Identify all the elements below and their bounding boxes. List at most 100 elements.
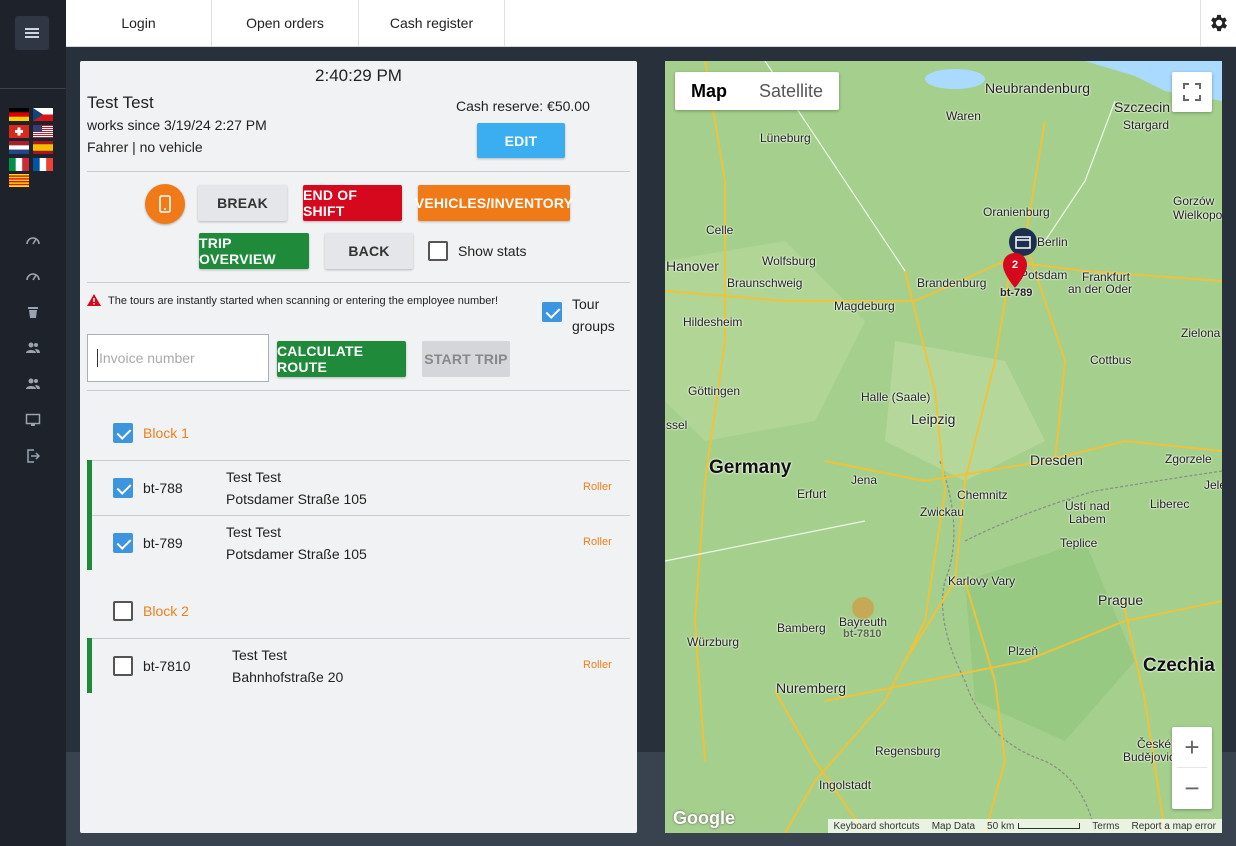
invoice-number-input[interactable]: Invoice number <box>87 334 269 382</box>
tour-id: bt-789 <box>143 535 183 551</box>
block-1-checkbox[interactable] <box>113 423 133 443</box>
divider <box>87 390 630 391</box>
map-label: Cottbus <box>1090 353 1132 367</box>
tour-row[interactable]: bt-7810 Test Test Bahnhofstraße 20 Rolle… <box>87 638 630 693</box>
map-label: Göttingen <box>688 384 741 398</box>
map-label: Bamberg <box>777 621 826 635</box>
map-label: Oranienburg <box>983 205 1050 219</box>
tab-login[interactable]: Login <box>66 0 212 46</box>
tour-address: Bahnhofstraße 20 <box>232 669 344 685</box>
start-trip-button[interactable]: START TRIP <box>422 341 510 377</box>
tour-groups-label-line2: groups <box>572 318 615 334</box>
tour-id: bt-7810 <box>143 658 191 674</box>
calculate-route-button[interactable]: CALCULATE ROUTE <box>277 341 406 377</box>
map-label: Neubrandenburg <box>985 80 1091 96</box>
show-stats-checkbox[interactable] <box>428 241 448 261</box>
hamburger-menu-button[interactable] <box>15 16 49 50</box>
zoom-out-button[interactable]: − <box>1172 768 1212 808</box>
divider <box>87 282 630 283</box>
sidebar-item-users[interactable] <box>0 330 66 366</box>
route-map[interactable]: Gorzów Neubrandenburg Szczecin Stargard … <box>665 61 1222 833</box>
edit-button[interactable]: EDIT <box>477 123 565 158</box>
sidebar-item-display[interactable] <box>0 402 66 438</box>
sidebar-item-logout[interactable] <box>0 438 66 474</box>
tour-row-indicator <box>87 638 92 693</box>
map-label-country: Czechia <box>1143 655 1215 676</box>
map-label: Braunschweig <box>727 276 803 290</box>
terms-link[interactable]: Terms <box>1092 821 1119 832</box>
map-label: Nuremberg <box>776 680 847 696</box>
map-label: Ingolstadt <box>819 778 872 792</box>
sidebar-item-dashboard[interactable] <box>0 222 66 258</box>
flag-it-icon[interactable] <box>9 157 29 171</box>
tour-checkbox[interactable] <box>113 533 133 553</box>
back-button[interactable]: BACK <box>325 233 413 269</box>
flag-cz-icon[interactable] <box>33 108 53 121</box>
flag-fr-icon[interactable] <box>33 157 53 171</box>
tour-row-indicator <box>87 515 92 570</box>
phone-button[interactable] <box>145 184 185 224</box>
map-scale[interactable]: 50 km <box>987 820 1081 832</box>
block-2-checkbox[interactable] <box>113 601 133 621</box>
google-logo[interactable]: Google <box>673 808 735 829</box>
map-type-satellite-button[interactable]: Satellite <box>743 72 839 110</box>
tour-vehicle-type: Roller <box>583 481 612 493</box>
trash-bin-icon <box>28 307 38 318</box>
tab-cash-register[interactable]: Cash register <box>359 0 505 46</box>
top-navigation: Login Open orders Cash register <box>66 0 1236 47</box>
tour-customer: Test Test <box>226 524 281 540</box>
map-label: Liberec <box>1150 497 1190 511</box>
marker-label: bt-7810 <box>843 628 882 640</box>
users-icon <box>26 342 40 353</box>
map-label: Waren <box>946 109 981 123</box>
keyboard-shortcuts-link[interactable]: Keyboard shortcuts <box>834 821 920 832</box>
map-label: Regensburg <box>875 744 941 758</box>
map-label: Stargard <box>1123 118 1170 132</box>
map-label: Halle (Saale) <box>861 390 931 404</box>
gear-icon <box>1210 14 1227 32</box>
map-label: Szczecin <box>1114 99 1171 115</box>
tour-checkbox[interactable] <box>113 656 133 676</box>
tour-row[interactable]: bt-789 Test Test Potsdamer Straße 105 Ro… <box>87 515 630 570</box>
settings-button[interactable] <box>1200 0 1236 46</box>
report-map-error-link[interactable]: Report a map error <box>1132 821 1216 832</box>
map-type-map-button[interactable]: Map <box>675 72 743 110</box>
map-label: Gorzów <box>1173 194 1215 208</box>
fullscreen-icon <box>1183 83 1201 101</box>
delivery-marker-icon[interactable] <box>851 596 875 620</box>
hamburger-icon <box>25 32 39 34</box>
sidebar-item-stats[interactable] <box>0 258 66 294</box>
zoom-in-button[interactable]: + <box>1172 727 1212 767</box>
flag-us-icon[interactable] <box>33 124 53 138</box>
map-attribution: Keyboard shortcuts Map Data 50 km Terms … <box>827 819 1222 833</box>
map-scale-label: 50 km <box>987 820 1015 832</box>
cluster-count: 2 <box>1011 259 1019 271</box>
tour-address: Potsdamer Straße 105 <box>226 491 367 507</box>
map-label-country: Germany <box>709 457 792 478</box>
tab-open-orders[interactable]: Open orders <box>212 0 359 46</box>
map-label: Wolfsburg <box>762 254 816 268</box>
flag-ch-icon[interactable] <box>9 124 29 138</box>
block-1-label[interactable]: Block 1 <box>143 425 189 441</box>
flag-nl-icon[interactable] <box>9 141 29 154</box>
map-label: Hanover <box>666 258 719 274</box>
phone-icon <box>159 195 171 213</box>
tour-groups-checkbox[interactable] <box>542 302 562 322</box>
tour-checkbox[interactable] <box>113 478 133 498</box>
end-of-shift-button[interactable]: END OF SHIFT <box>303 185 402 221</box>
trip-overview-button[interactable]: TRIP OVERVIEW <box>199 233 309 269</box>
flag-ca-icon[interactable] <box>9 174 29 187</box>
divider <box>87 171 630 172</box>
map-data-link[interactable]: Map Data <box>932 821 975 832</box>
break-button[interactable]: BREAK <box>198 185 287 221</box>
map-label: Dresden <box>1030 452 1083 468</box>
block-2-label[interactable]: Block 2 <box>143 603 189 619</box>
vehicles-inventory-button[interactable]: VEHICLES/INVENTORY <box>415 185 573 221</box>
sidebar-item-drivers[interactable] <box>0 366 66 402</box>
tour-row[interactable]: bt-788 Test Test Potsdamer Straße 105 Ro… <box>87 460 630 515</box>
flag-de-icon[interactable] <box>9 108 29 121</box>
flag-es-icon[interactable] <box>33 141 53 154</box>
map-type-control: Map Satellite <box>675 72 840 110</box>
sidebar-item-bin[interactable] <box>0 294 66 330</box>
fullscreen-button[interactable] <box>1172 72 1212 112</box>
